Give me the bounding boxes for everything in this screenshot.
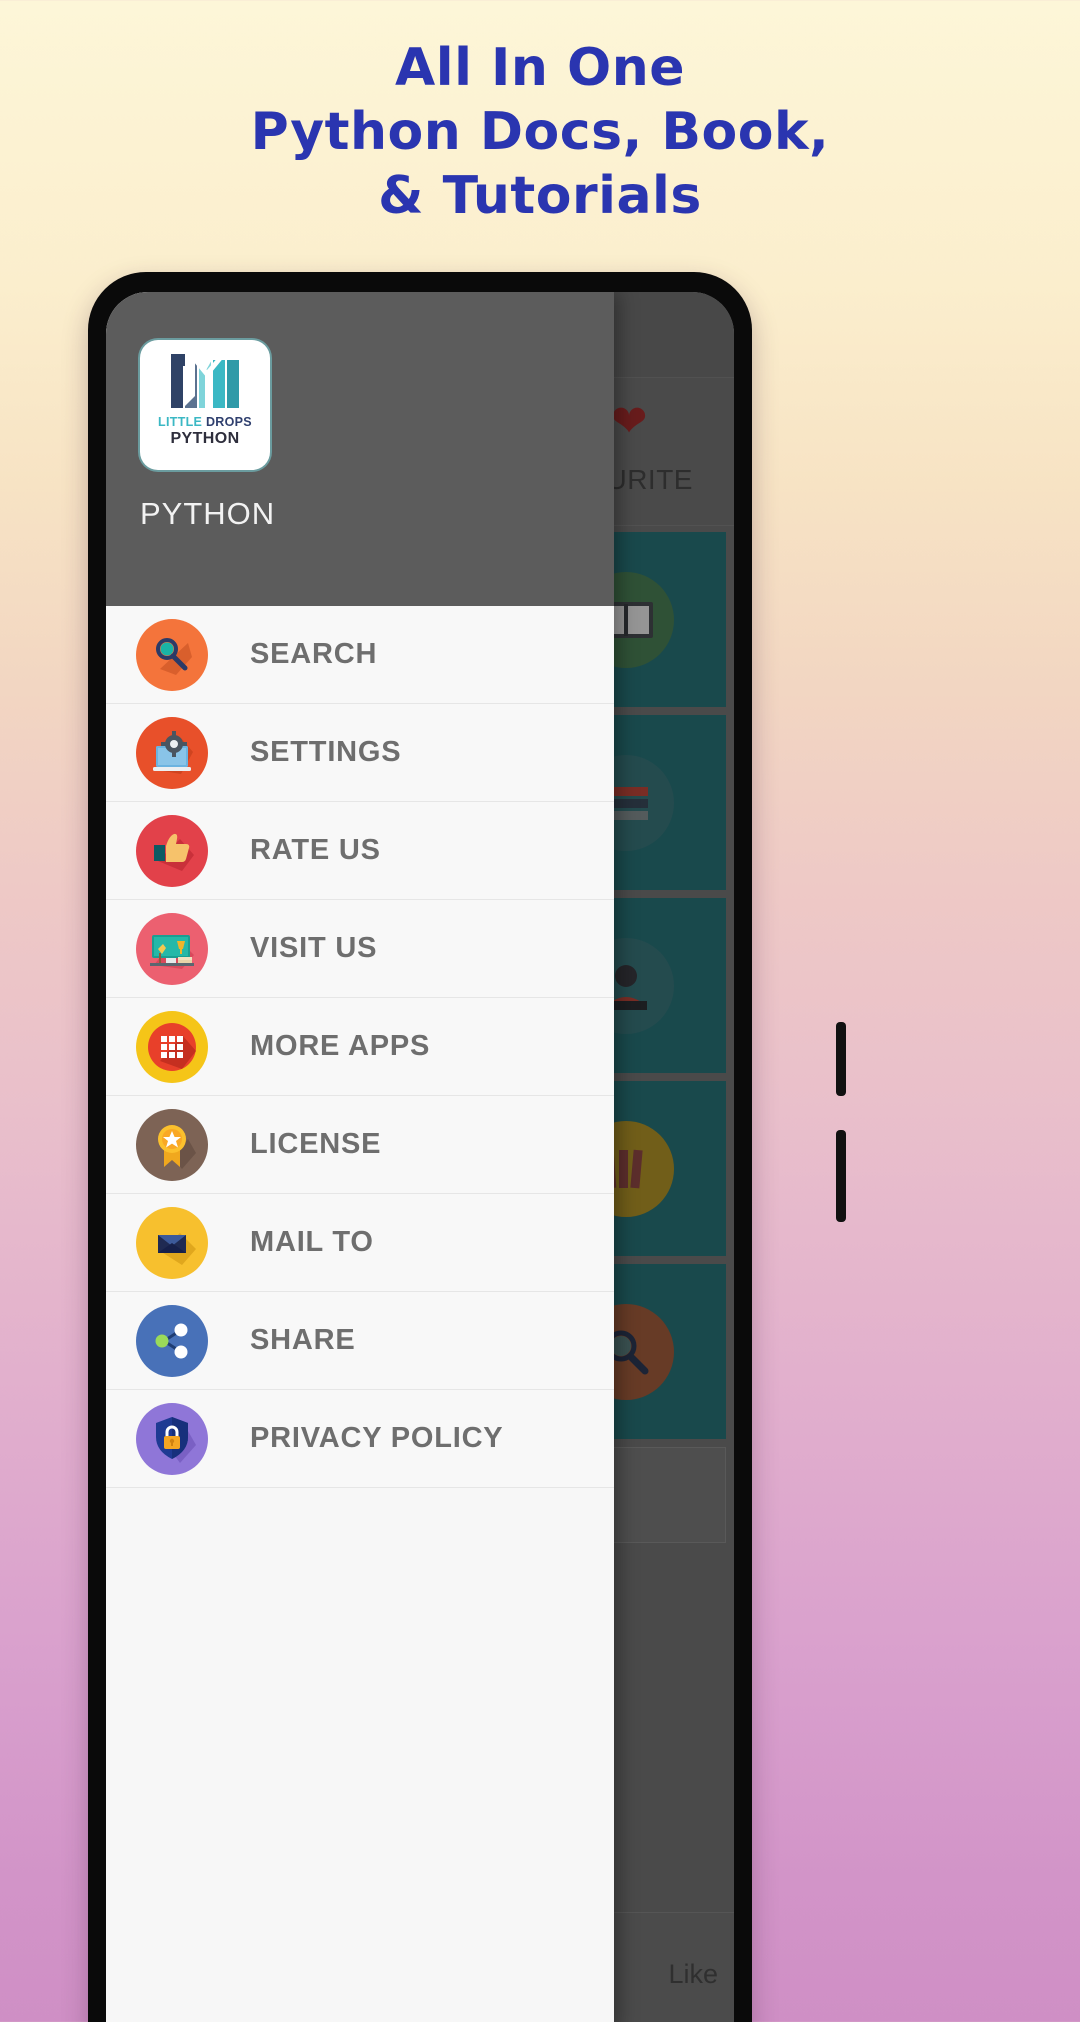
thumbs-up-icon xyxy=(136,814,208,887)
page-title: All In One Python Docs, Book, & Tutorial… xyxy=(0,36,1080,228)
menu-item-share[interactable]: SHARE xyxy=(106,1292,614,1390)
menu-item-label: VISIT US xyxy=(250,932,378,964)
logo-brand-little: LITTLE xyxy=(158,415,203,429)
menu-item-rate-us[interactable]: RATE US xyxy=(106,802,614,900)
menu-item-settings[interactable]: SETTINGS xyxy=(106,704,614,802)
share-nodes-icon xyxy=(136,1304,208,1377)
logo-brand-line: LITTLE DROPS xyxy=(146,415,264,429)
phone-power-button[interactable] xyxy=(836,1022,846,1096)
shield-lock-icon xyxy=(136,1402,208,1475)
menu-item-license[interactable]: LICENSE xyxy=(106,1096,614,1194)
desk-monitor-icon xyxy=(136,912,208,985)
menu-item-label: SEARCH xyxy=(250,638,378,670)
headline-line-2: Python Docs, Book, xyxy=(250,102,830,162)
menu-item-privacy-policy[interactable]: PRIVACY POLICY xyxy=(106,1390,614,1488)
grid-apps-icon xyxy=(136,1010,208,1083)
drawer-app-name: PYTHON xyxy=(140,496,276,531)
headline-line-3: & Tutorials xyxy=(378,166,702,226)
menu-item-label: MAIL TO xyxy=(250,1226,374,1258)
envelope-icon xyxy=(136,1206,208,1279)
headline-line-1: All In One xyxy=(395,38,685,98)
phone-side-button[interactable] xyxy=(836,1130,846,1222)
app-logo: LITTLE DROPS PYTHON xyxy=(140,340,270,470)
medal-icon xyxy=(136,1108,208,1181)
search-icon xyxy=(136,618,208,691)
logo-product-line: PYTHON xyxy=(170,430,240,447)
menu-item-search[interactable]: SEARCH xyxy=(106,606,614,704)
navigation-drawer: LITTLE DROPS PYTHON PYTHON SEARCH SETTIN… xyxy=(106,292,614,2022)
menu-item-label: SETTINGS xyxy=(250,736,402,768)
menu-item-mail-to[interactable]: MAIL TO xyxy=(106,1194,614,1292)
settings-icon xyxy=(136,716,208,789)
menu-item-label: RATE US xyxy=(250,834,381,866)
phone-screen: ❤ VOURITE Like LITTLE DROPS PYTHON PYTHO… xyxy=(106,292,734,2022)
logo-brand-drops: DROPS xyxy=(205,415,252,429)
menu-item-label: PRIVACY POLICY xyxy=(250,1422,504,1454)
drawer-menu: SEARCH SETTINGS RATE US VISIT US MORE AP… xyxy=(106,606,614,1488)
menu-item-label: LICENSE xyxy=(250,1128,382,1160)
drawer-header: LITTLE DROPS PYTHON PYTHON xyxy=(106,292,614,606)
phone-mockup: ❤ VOURITE Like LITTLE DROPS PYTHON PYTHO… xyxy=(88,272,846,2022)
menu-item-label: MORE APPS xyxy=(250,1030,431,1062)
menu-item-visit-us[interactable]: VISIT US xyxy=(106,900,614,998)
menu-item-label: SHARE xyxy=(250,1324,356,1356)
menu-item-more-apps[interactable]: MORE APPS xyxy=(106,998,614,1096)
little-drops-logo-mark xyxy=(171,354,239,408)
